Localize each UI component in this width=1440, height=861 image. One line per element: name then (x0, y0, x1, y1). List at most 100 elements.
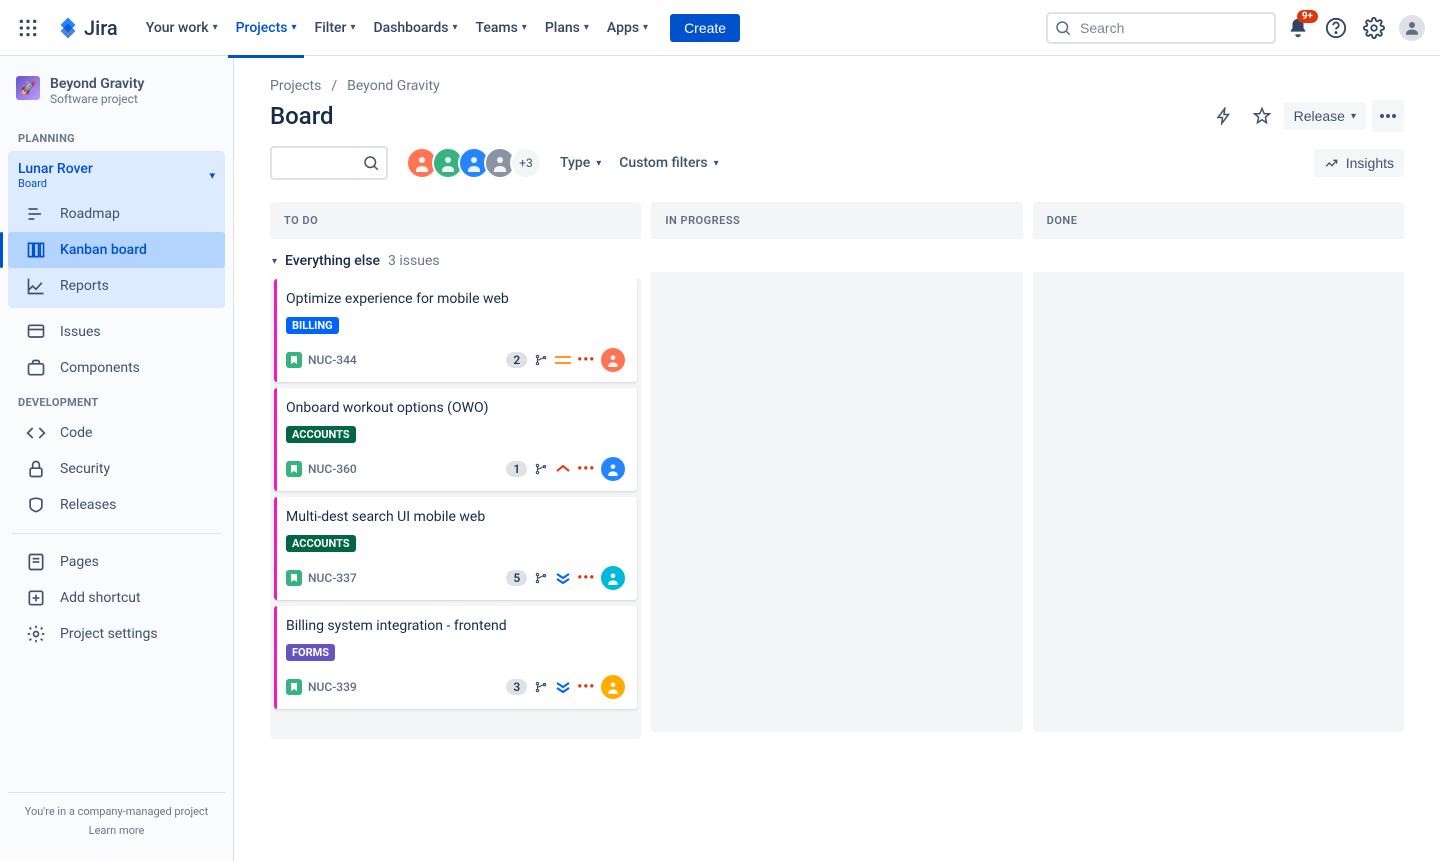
issue-key: NUC-344 (308, 353, 357, 367)
sidebar-item-kanban-board[interactable]: Kanban board (8, 232, 225, 268)
create-button[interactable]: Create (670, 14, 740, 42)
breadcrumb-separator: / (331, 78, 337, 94)
board-group: Lunar Rover Board ▾ Roadmap Kanban board R… (8, 151, 225, 308)
nav-teams[interactable]: Teams▾ (467, 16, 534, 40)
sidebar-item-security[interactable]: Security (8, 451, 225, 487)
priority-icon (555, 570, 571, 586)
column-header: IN PROGRESS (651, 202, 1022, 239)
profile-avatar[interactable] (1396, 12, 1428, 44)
nav-filter[interactable]: Filter▾ (306, 16, 363, 40)
chevron-down-icon: ▾ (350, 22, 355, 33)
section-planning-label: PLANNING (8, 122, 225, 151)
count-badge: 2 (506, 352, 527, 368)
assignee-avatar[interactable] (601, 348, 625, 372)
breadcrumb: Projects / Beyond Gravity (270, 78, 1404, 94)
board-group-sub: Board (18, 177, 93, 190)
sidebar-item-issues[interactable]: Issues (8, 314, 225, 350)
sidebar-item-project-settings[interactable]: Project settings (8, 616, 225, 652)
story-icon (286, 352, 302, 368)
branch-icon (533, 461, 549, 477)
project-name: Beyond Gravity (50, 76, 144, 92)
issue-key: NUC-360 (308, 462, 357, 476)
chevron-down-icon: ▾ (1351, 111, 1356, 122)
assignee-avatar[interactable] (601, 675, 625, 699)
star-icon[interactable] (1246, 100, 1278, 132)
jira-logo[interactable]: Jira (48, 16, 126, 40)
sidebar-item-releases[interactable]: Releases (8, 487, 225, 523)
issue-card[interactable]: Billing system integration - frontendFOR… (274, 606, 637, 709)
blocker-icon: ••• (577, 352, 595, 368)
blocker-icon: ••• (577, 570, 595, 586)
chevron-down-icon: ▾ (714, 158, 719, 169)
chevron-down-icon: ▾ (213, 22, 218, 33)
notification-badge: 9+ (1297, 10, 1318, 23)
board-group-header[interactable]: Lunar Rover Board ▾ (8, 155, 225, 196)
more-icon[interactable] (1372, 100, 1404, 132)
sidebar-item-components[interactable]: Components (8, 350, 225, 386)
branch-icon (533, 570, 549, 586)
card-tag: FORMS (286, 644, 335, 661)
sidebar-item-reports[interactable]: Reports (8, 268, 225, 304)
count-badge: 1 (506, 461, 527, 477)
assignee-avatar[interactable] (601, 457, 625, 481)
issue-card[interactable]: Optimize experience for mobile web BILLIN… (274, 279, 637, 382)
blocker-icon: ••• (577, 461, 595, 477)
help-icon[interactable] (1320, 12, 1352, 44)
jira-logo-text: Jira (84, 16, 118, 40)
top-nav: Jira Your work▾Projects▾Filter▾Dashboard… (0, 0, 1440, 56)
sidebar-footer: You're in a company-managed project Lear… (8, 792, 225, 849)
sidebar-item-label: Pages (60, 554, 99, 570)
filters-row: +3 Type ▾ Custom filters ▾ Insights (270, 146, 1404, 180)
breadcrumb-item[interactable]: Beyond Gravity (347, 78, 440, 94)
sidebar-item-roadmap[interactable]: Roadmap (8, 196, 225, 232)
release-button[interactable]: Release ▾ (1284, 102, 1366, 130)
board-search (270, 146, 388, 180)
sidebar-item-label: Releases (60, 497, 116, 513)
app-switcher-icon[interactable] (12, 12, 44, 44)
swimlane-header[interactable]: ▾ Everything else 3 issues (270, 239, 641, 279)
section-dev-label: DEVELOPMENT (8, 386, 225, 415)
column-header: TO DO (270, 202, 641, 239)
issue-card[interactable]: Multi-dest search UI mobile webACCOUNTSN… (274, 497, 637, 600)
insights-label: Insights (1346, 155, 1394, 171)
column-body (651, 272, 1022, 732)
global-search (1046, 12, 1276, 44)
breadcrumb-item[interactable]: Projects (270, 78, 321, 94)
column-todo: TO DO ▾ Everything else 3 issues Optimiz… (270, 202, 641, 739)
column-in-progress: IN PROGRESS (651, 202, 1022, 739)
story-icon (286, 461, 302, 477)
card-tag: ACCOUNTS (286, 535, 356, 552)
sidebar-item-pages[interactable]: Pages (8, 544, 225, 580)
card-title: Optimize experience for mobile web (286, 291, 625, 307)
sidebar-item-label: Kanban board (60, 242, 147, 258)
avatar-more[interactable]: +3 (510, 147, 542, 179)
sidebar-item-code[interactable]: Code (8, 415, 225, 451)
project-header[interactable]: 🚀 Beyond Gravity Software project (8, 76, 225, 122)
custom-filters[interactable]: Custom filters ▾ (619, 155, 718, 171)
nav-apps[interactable]: Apps▾ (599, 16, 656, 40)
priority-icon (555, 679, 571, 695)
assignee-avatar[interactable] (601, 566, 625, 590)
nav-projects[interactable]: Projects▾ (228, 16, 305, 40)
nav-plans[interactable]: Plans▾ (537, 16, 597, 40)
sidebar-item-label: Roadmap (60, 206, 120, 222)
search-input[interactable] (1046, 12, 1276, 44)
sidebar: 🚀 Beyond Gravity Software project PLANNI… (0, 56, 234, 861)
notifications-icon[interactable]: 9+ (1282, 12, 1314, 44)
settings-icon[interactable] (1358, 12, 1390, 44)
insights-button[interactable]: Insights (1314, 149, 1404, 177)
learn-more-link[interactable]: Learn more (20, 824, 213, 837)
type-filter[interactable]: Type ▾ (560, 155, 601, 171)
sidebar-item-add-shortcut[interactable]: Add shortcut (8, 580, 225, 616)
kanban-board: TO DO ▾ Everything else 3 issues Optimiz… (270, 202, 1404, 739)
bolt-icon[interactable] (1208, 100, 1240, 132)
sidebar-item-label: Code (60, 425, 92, 441)
main-content: Projects / Beyond Gravity Board Release … (234, 56, 1440, 861)
nav-your-work[interactable]: Your work▾ (138, 16, 226, 40)
chevron-down-icon: ▾ (272, 256, 277, 267)
nav-dashboards[interactable]: Dashboards▾ (365, 16, 465, 40)
search-icon (362, 154, 380, 172)
card-tag: BILLING (286, 317, 339, 334)
page-title: Board (270, 102, 334, 130)
issue-card[interactable]: Onboard workout options (OWO)ACCOUNTSNUC… (274, 388, 637, 491)
